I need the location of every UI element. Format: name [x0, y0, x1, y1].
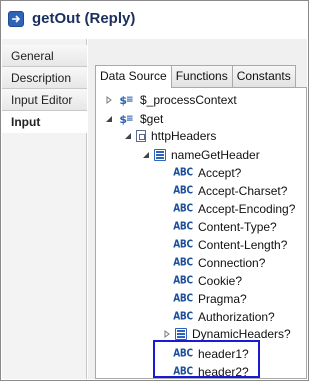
nav-item-input[interactable]: Input: [2, 111, 87, 133]
abc-icon: ABC: [173, 293, 193, 305]
field-label: Accept-Encoding?: [198, 202, 296, 216]
source-tabs: Data Source Functions Constants: [95, 65, 296, 88]
tab-functions[interactable]: Functions: [170, 65, 233, 87]
nav-item-general[interactable]: General: [2, 45, 87, 67]
complex-node-icon: [175, 328, 187, 340]
abc-icon: ABC: [173, 221, 193, 233]
tree-node-label: DynamicHeaders?: [192, 327, 291, 341]
tree-leaf-field[interactable]: ABC Content-Length?: [173, 235, 287, 255]
tree-leaf-field[interactable]: ABC Pragma?: [173, 289, 247, 309]
abc-icon: ABC: [173, 275, 193, 287]
field-label: Authorization?: [198, 310, 275, 324]
highlight-box: [153, 340, 260, 378]
field-label: Content-Type?: [198, 220, 277, 234]
expand-arrow-icon[interactable]: [104, 95, 114, 105]
field-label: Cookie?: [198, 274, 243, 288]
nav-item-description[interactable]: Description: [2, 67, 87, 89]
complex-node-icon: [154, 149, 166, 161]
tab-constants[interactable]: Constants: [231, 65, 296, 87]
tree-leaf-field[interactable]: ABC Connection?: [173, 253, 265, 273]
abc-icon: ABC: [173, 167, 193, 179]
tree-leaf-field[interactable]: ABC Content-Type?: [173, 217, 277, 237]
tree-node-label: nameGetHeader: [171, 148, 260, 162]
data-source-tree: $ ≡ $_processContext $ ≡ $get httpHeaders: [95, 87, 307, 379]
dollar-variable-icon: $ ≡: [119, 93, 133, 107]
tree-node-name-get-header[interactable]: nameGetHeader: [141, 145, 260, 165]
title-bar: getOut (Reply): [2, 2, 307, 34]
tree-leaf-field[interactable]: ABC Cookie?: [173, 271, 242, 291]
nav-item-input-editor[interactable]: Input Editor: [2, 89, 87, 111]
tree-node-label: httpHeaders: [151, 129, 217, 143]
reply-editor-window: getOut (Reply) General Description Input…: [0, 0, 309, 381]
abc-icon: ABC: [173, 203, 193, 215]
abc-icon: ABC: [173, 185, 193, 197]
collapse-arrow-icon[interactable]: [104, 114, 114, 124]
expand-arrow-icon[interactable]: [162, 329, 172, 339]
dollar-variable-icon: $ ≡: [119, 112, 133, 126]
header-element-icon: [136, 130, 146, 142]
field-label: Accept-Charset?: [198, 184, 288, 198]
abc-icon: ABC: [173, 257, 193, 269]
abc-icon: ABC: [173, 311, 193, 323]
field-label: Content-Length?: [198, 238, 288, 252]
tree-node-label: $get: [140, 112, 164, 126]
window-title: getOut (Reply): [32, 10, 136, 27]
abc-icon: ABC: [173, 239, 193, 251]
collapse-arrow-icon[interactable]: [123, 131, 133, 141]
field-label: Connection?: [198, 256, 266, 270]
tree-leaf-field[interactable]: ABC Accept-Encoding?: [173, 199, 295, 219]
reply-activity-icon: [8, 11, 24, 27]
tree-node-process-context[interactable]: $ ≡ $_processContext: [104, 90, 237, 110]
tree-leaf-field[interactable]: ABC Accept?: [173, 163, 241, 183]
field-label: Pragma?: [198, 292, 247, 306]
field-label: Accept?: [198, 166, 242, 180]
tree-node-http-headers[interactable]: httpHeaders: [123, 126, 216, 146]
tree-node-label: $_processContext: [140, 93, 237, 107]
properties-nav: General Description Input Editor Input: [2, 39, 87, 379]
tab-data-source[interactable]: Data Source: [95, 65, 172, 88]
tree-leaf-field[interactable]: ABC Accept-Charset?: [173, 181, 287, 201]
collapse-arrow-icon[interactable]: [141, 150, 151, 160]
